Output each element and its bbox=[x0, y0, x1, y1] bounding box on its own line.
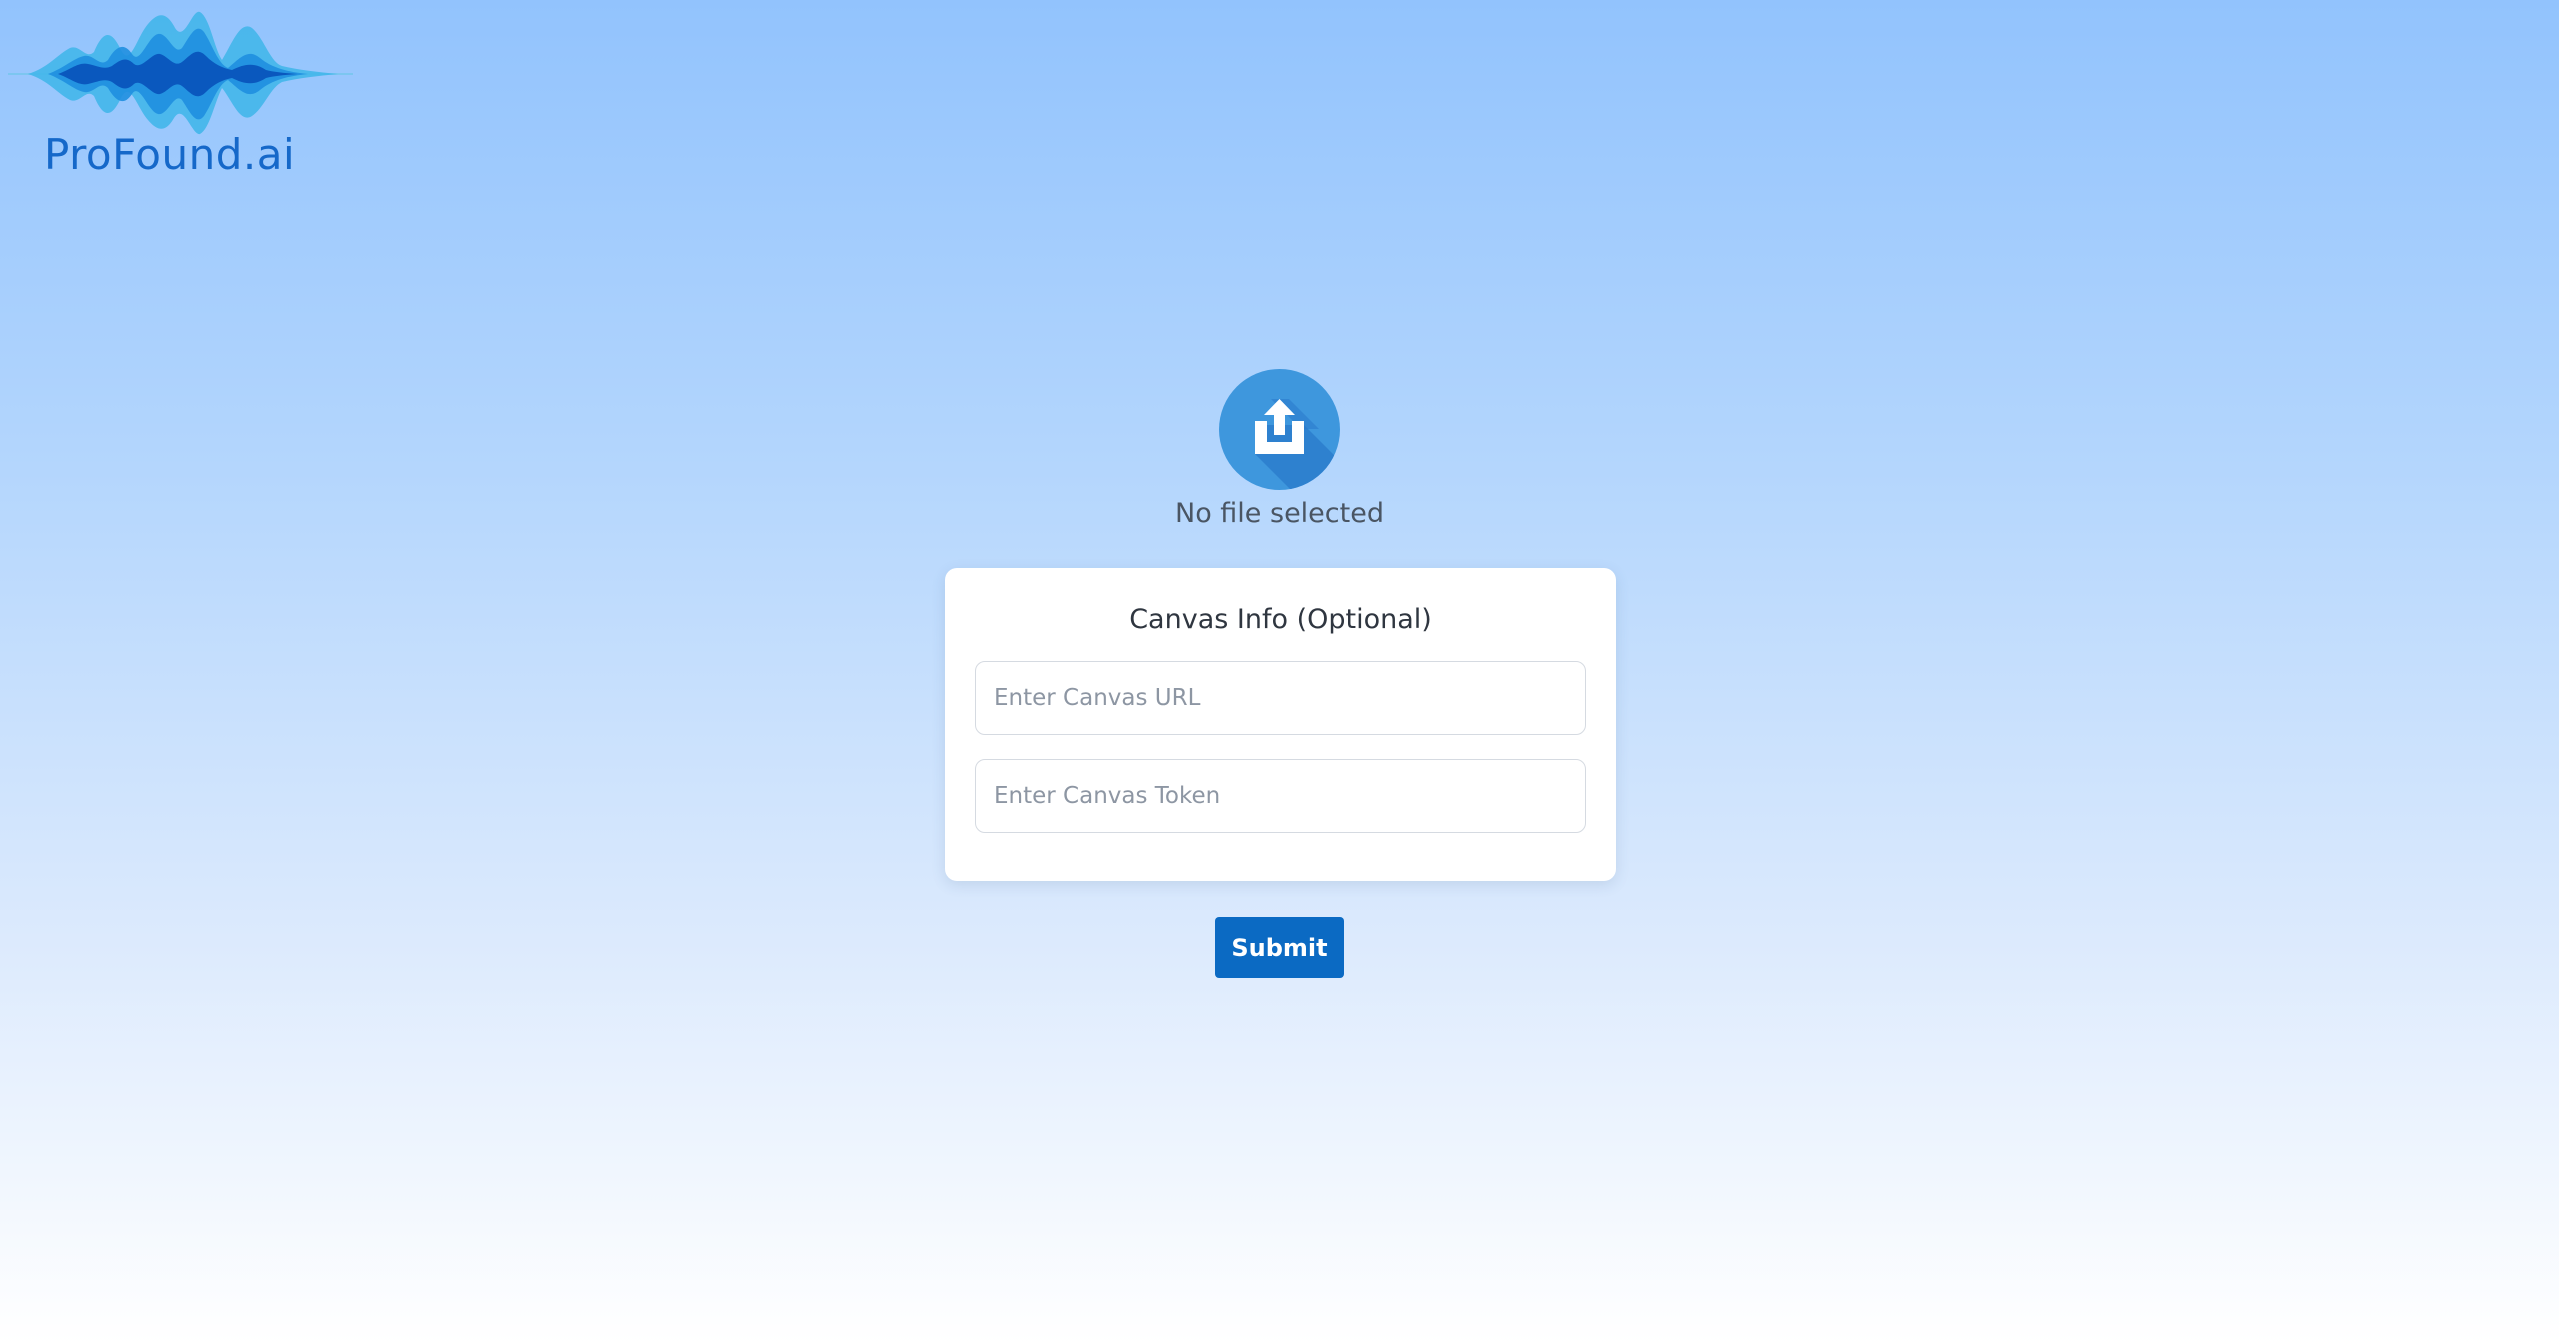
submit-area: Submit bbox=[0, 917, 2559, 978]
file-status-text: No file selected bbox=[1175, 498, 1384, 529]
canvas-info-card: Canvas Info (Optional) bbox=[945, 568, 1616, 881]
brand-name: ProFound.ai bbox=[44, 130, 296, 179]
brand-logo: ProFound.ai bbox=[8, 8, 353, 180]
canvas-url-input[interactable] bbox=[975, 661, 1586, 735]
canvas-token-input[interactable] bbox=[975, 759, 1586, 833]
card-title: Canvas Info (Optional) bbox=[1129, 604, 1432, 635]
submit-button[interactable]: Submit bbox=[1215, 917, 1344, 978]
upload-icon bbox=[1255, 399, 1340, 490]
sound-wave-icon bbox=[8, 11, 353, 135]
file-uploader: No file selected bbox=[0, 369, 2559, 529]
upload-button[interactable] bbox=[1219, 369, 1340, 490]
